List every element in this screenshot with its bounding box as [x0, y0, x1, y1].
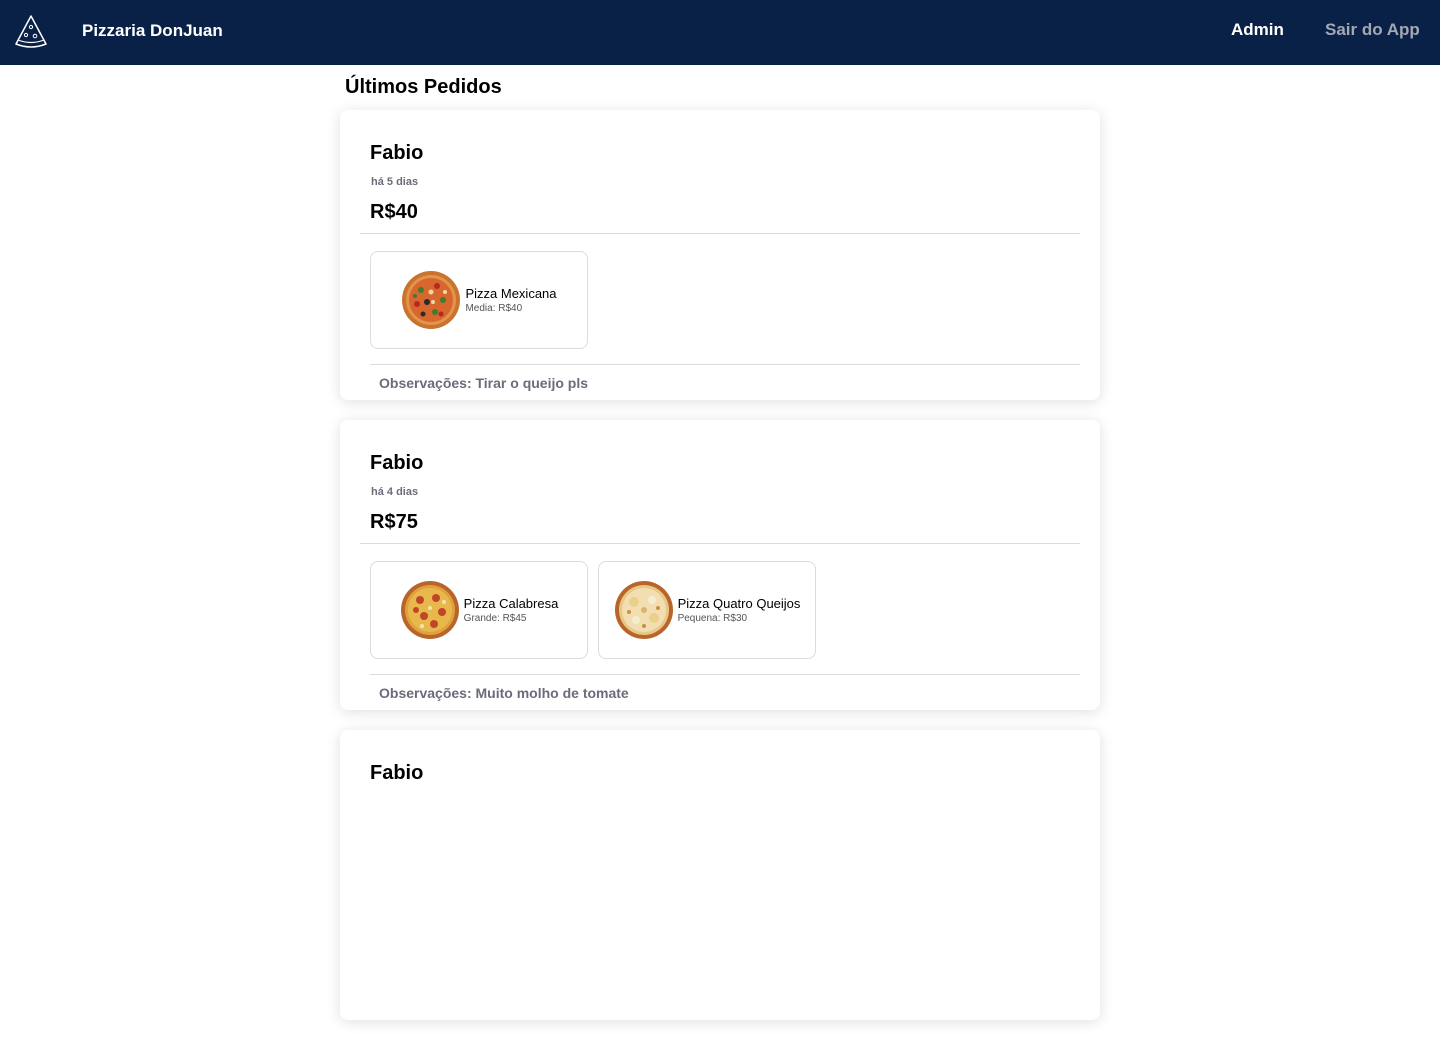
order-customer-name: Fabio — [370, 452, 424, 474]
order-card: Fabio há 4 dias R$75 Pizza Calabresa Gra — [340, 420, 1100, 710]
nav-admin-link[interactable]: Admin — [1231, 20, 1284, 40]
page-title: Últimos Pedidos — [345, 76, 502, 98]
pizza-mexicana-image — [402, 271, 461, 329]
pizza-calabresa-image — [400, 581, 459, 639]
order-card: Fabio — [340, 730, 1100, 1020]
item-name: Pizza Mexicana — [465, 286, 557, 301]
order-items: Pizza Mexicana Media: R$40 — [370, 251, 588, 349]
order-item-card[interactable]: Pizza Calabresa Grande: R$45 — [370, 561, 588, 659]
order-customer-name: Fabio — [370, 142, 424, 164]
order-items: Pizza Calabresa Grande: R$45 Pizza Quatr… — [370, 561, 816, 659]
order-time-ago: há 5 dias — [371, 176, 419, 188]
brand-title[interactable]: Pizzaria DonJuan — [82, 21, 223, 41]
top-navbar: Pizzaria DonJuan Admin Sair do App — [0, 0, 1440, 65]
orders-list: Fabio há 5 dias R$40 Pizza Mexicana Medi… — [340, 110, 1100, 1040]
divider — [370, 674, 1080, 675]
order-total: R$75 — [370, 511, 418, 533]
order-item-card[interactable]: Pizza Quatro Queijos Pequena: R$30 — [598, 561, 816, 659]
item-size-price: Pequena: R$30 — [677, 613, 748, 624]
order-item-card[interactable]: Pizza Mexicana Media: R$40 — [370, 251, 588, 349]
pizza-slice-icon[interactable] — [14, 14, 48, 48]
order-notes: Observações: Tirar o queijo pls — [379, 375, 589, 391]
divider — [360, 543, 1080, 544]
nav-exit-link[interactable]: Sair do App — [1325, 20, 1420, 40]
item-size-price: Grande: R$45 — [463, 613, 527, 624]
order-customer-name: Fabio — [370, 762, 424, 784]
item-size-price: Media: R$40 — [465, 303, 523, 314]
item-name: Pizza Calabresa — [463, 596, 559, 611]
order-notes: Observações: Muito molho de tomate — [379, 685, 629, 701]
divider — [360, 233, 1080, 234]
order-time-ago: há 4 dias — [371, 486, 419, 498]
order-card: Fabio há 5 dias R$40 Pizza Mexicana Medi… — [340, 110, 1100, 400]
item-name: Pizza Quatro Queijos — [677, 596, 801, 611]
divider — [370, 364, 1080, 365]
pizza-quatro-queijos-image — [614, 581, 673, 639]
order-total: R$40 — [370, 201, 418, 223]
